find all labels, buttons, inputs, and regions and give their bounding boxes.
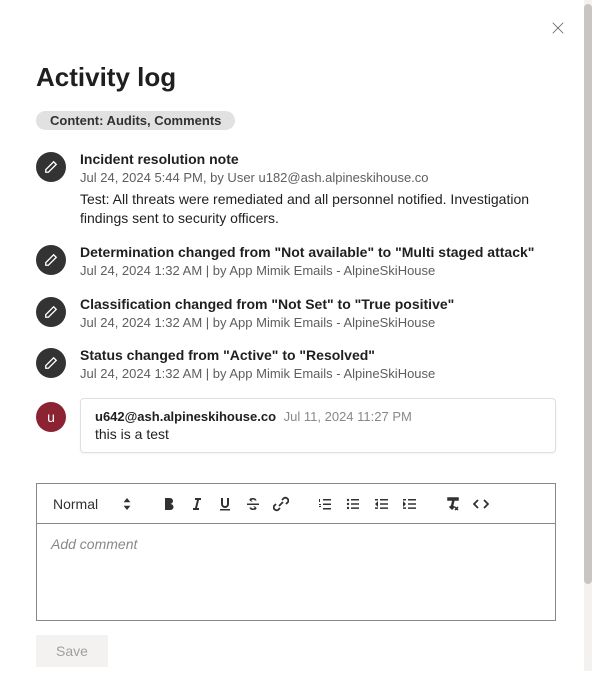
activity-log-panel: Activity log Content: Audits, Comments I…	[0, 0, 592, 691]
entry-meta: Jul 24, 2024 1:32 AM | by App Mimik Emai…	[80, 262, 556, 281]
log-entry: Determination changed from "Not availabl…	[36, 243, 556, 281]
code-icon	[473, 496, 489, 512]
edit-icon	[36, 297, 66, 327]
italic-button[interactable]	[184, 491, 210, 517]
clear-format-button[interactable]	[440, 491, 466, 517]
close-button[interactable]	[548, 18, 568, 38]
page-title: Activity log	[36, 62, 556, 93]
scrollbar-thumb[interactable]	[584, 4, 592, 584]
entry-title: Classification changed from "Not Set" to…	[80, 295, 556, 314]
ordered-list-button[interactable]	[312, 491, 338, 517]
comment-editor: Normal	[36, 483, 556, 621]
entry-meta: Jul 24, 2024 5:44 PM, by User u182@ash.a…	[80, 169, 556, 188]
comment-textarea[interactable]: Add comment	[37, 524, 555, 620]
content-filter-pill[interactable]: Content: Audits, Comments	[36, 111, 235, 130]
outdent-icon	[373, 496, 389, 512]
edit-icon	[36, 245, 66, 275]
save-button[interactable]: Save	[36, 635, 108, 667]
comment-text: this is a test	[95, 426, 541, 442]
edit-icon	[36, 152, 66, 182]
entry-meta: Jul 24, 2024 1:32 AM | by App Mimik Emai…	[80, 314, 556, 333]
log-entry: Incident resolution note Jul 24, 2024 5:…	[36, 150, 556, 229]
user-avatar: u	[36, 402, 66, 432]
entry-body: Test: All threats were remediated and al…	[80, 190, 556, 229]
format-select[interactable]: Normal	[47, 492, 138, 516]
comment-card: u642@ash.alpineskihouse.co Jul 11, 2024 …	[80, 398, 556, 453]
indent-button[interactable]	[396, 491, 422, 517]
strikethrough-button[interactable]	[240, 491, 266, 517]
entry-title: Incident resolution note	[80, 150, 556, 169]
comment-entry: u u642@ash.alpineskihouse.co Jul 11, 202…	[36, 398, 556, 453]
vertical-scrollbar[interactable]	[584, 0, 592, 671]
log-entry: Classification changed from "Not Set" to…	[36, 295, 556, 333]
strikethrough-icon	[245, 496, 261, 512]
entry-title: Status changed from "Active" to "Resolve…	[80, 346, 556, 365]
close-icon	[551, 21, 565, 35]
unordered-list-icon	[345, 496, 361, 512]
underline-icon	[217, 496, 233, 512]
log-entry: Status changed from "Active" to "Resolve…	[36, 346, 556, 384]
clear-format-icon	[445, 496, 461, 512]
entries-list: Incident resolution note Jul 24, 2024 5:…	[36, 150, 556, 453]
entry-meta: Jul 24, 2024 1:32 AM | by App Mimik Emai…	[80, 365, 556, 384]
editor-placeholder: Add comment	[51, 536, 137, 552]
format-label: Normal	[53, 496, 98, 512]
chevron-updown-icon	[122, 498, 132, 510]
underline-button[interactable]	[212, 491, 238, 517]
editor-toolbar: Normal	[37, 484, 555, 524]
outdent-button[interactable]	[368, 491, 394, 517]
bold-icon	[161, 496, 177, 512]
code-button[interactable]	[468, 491, 494, 517]
ordered-list-icon	[317, 496, 333, 512]
italic-icon	[189, 496, 205, 512]
comment-timestamp: Jul 11, 2024 11:27 PM	[284, 409, 412, 424]
unordered-list-button[interactable]	[340, 491, 366, 517]
bold-button[interactable]	[156, 491, 182, 517]
link-button[interactable]	[268, 491, 294, 517]
entry-title: Determination changed from "Not availabl…	[80, 243, 556, 262]
edit-icon	[36, 348, 66, 378]
indent-icon	[401, 496, 417, 512]
comment-user: u642@ash.alpineskihouse.co	[95, 409, 276, 424]
link-icon	[273, 496, 289, 512]
